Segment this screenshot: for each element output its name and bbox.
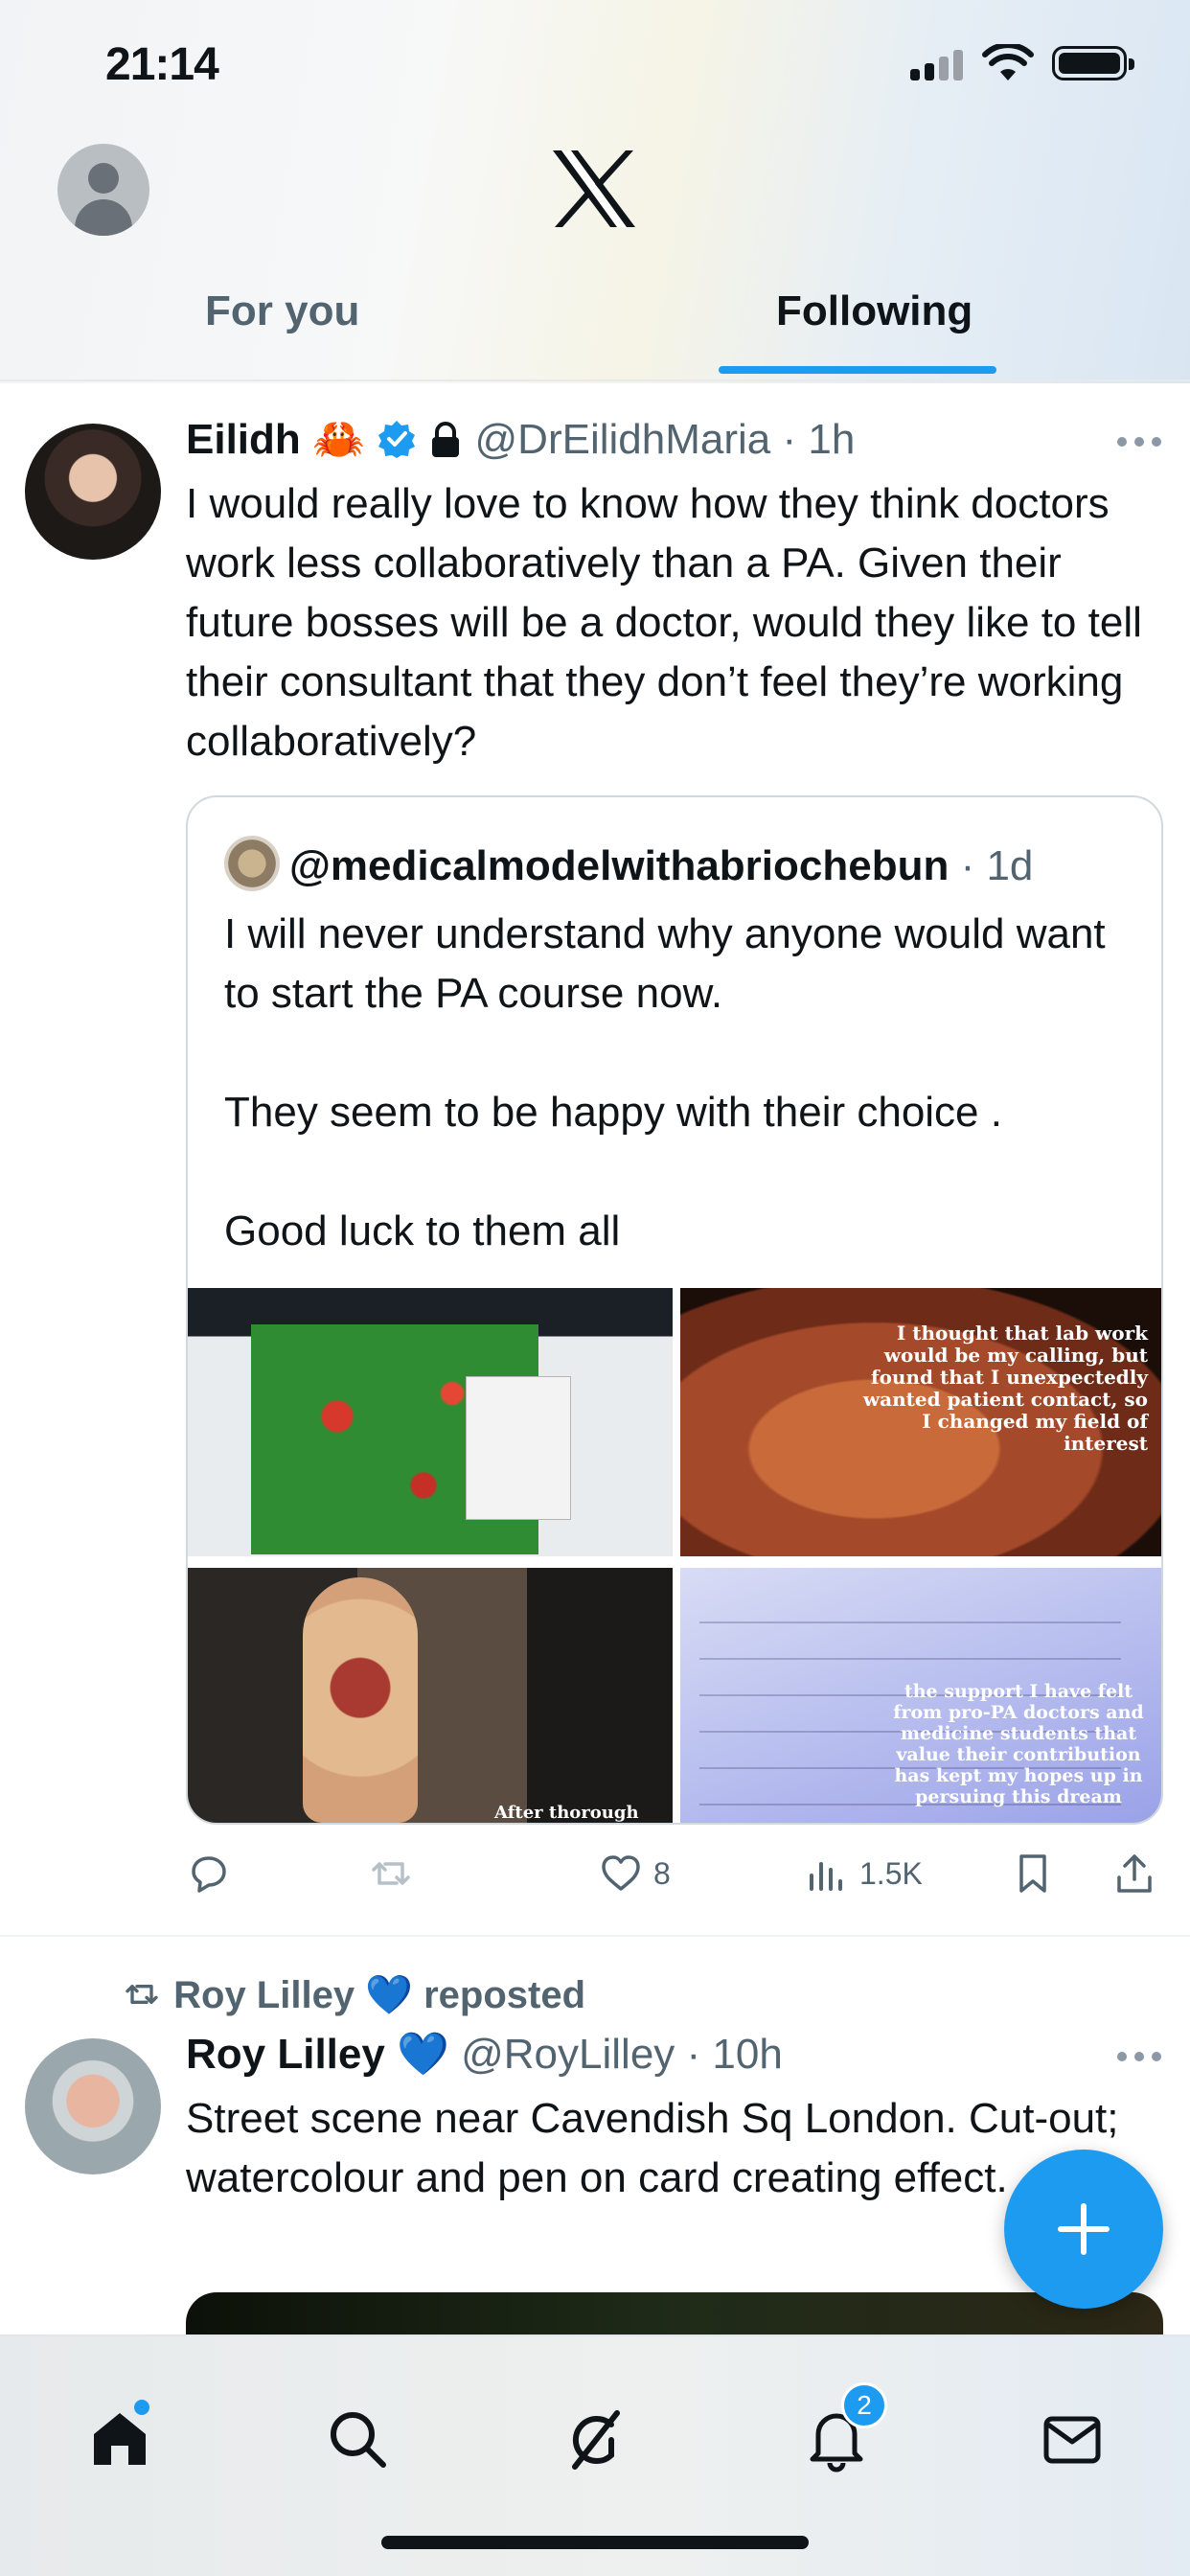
tab-following[interactable]: Following — [776, 288, 973, 335]
post-header: Eilidh 🦀 @DrEilidhMaria · 1h — [186, 416, 856, 463]
author-name[interactable]: Eilidh — [186, 416, 301, 463]
search-icon — [331, 2412, 386, 2468]
tabs-divider — [0, 380, 1190, 381]
views-icon — [810, 1862, 842, 1891]
author-handle[interactable]: @DrEilidhMaria — [475, 416, 771, 463]
quote-header: @medicalmodelwithabriochebun · 1d — [224, 836, 1033, 891]
quote-author-avatar — [224, 836, 280, 891]
media-image-3[interactable]: After thorough — [188, 1568, 673, 1823]
quote-text: I will never understand why anyone would… — [224, 910, 1106, 1254]
image-caption: After thorough — [494, 1803, 639, 1823]
verified-badge-icon — [378, 421, 416, 458]
quote-time: 1d — [986, 842, 1034, 889]
share-button[interactable] — [1111, 1849, 1157, 1898]
status-time: 21:14 — [105, 39, 219, 90]
like-button[interactable]: 8 — [598, 1849, 671, 1898]
tab-for-you[interactable]: For you — [205, 288, 359, 335]
more-options-icon[interactable] — [1117, 437, 1161, 448]
more-options-icon[interactable] — [1117, 2052, 1161, 2063]
nav-messages[interactable] — [1039, 2405, 1106, 2472]
media-image-2[interactable]: I thought that lab work would be my call… — [680, 1288, 1161, 1556]
media-grid: I thought that lab work would be my call… — [188, 1288, 1161, 1823]
heart-icon — [602, 1855, 640, 1891]
post-author-avatar[interactable] — [25, 2038, 161, 2174]
repost-label: Roy Lilley 💙 reposted — [173, 1974, 586, 2016]
views-button[interactable]: 1.5K — [804, 1849, 923, 1898]
nav-grok[interactable] — [561, 2405, 629, 2472]
author-name-emoji: 🦀 — [312, 416, 365, 463]
repost-icon — [372, 1862, 410, 1885]
author-name-emoji: 💙 — [397, 2031, 449, 2078]
bookmark-button[interactable] — [1010, 1849, 1056, 1898]
reply-icon — [192, 1856, 226, 1893]
view-count: 1.5K — [859, 1855, 923, 1891]
status-bar: 21:14 — [0, 0, 1190, 134]
post-time[interactable]: 1h — [808, 416, 855, 463]
profile-avatar-button[interactable] — [57, 144, 149, 236]
quoted-post[interactable]: @medicalmodelwithabriochebun · 1d I will… — [186, 795, 1163, 1825]
x-logo-icon — [553, 150, 635, 227]
media-image-4[interactable]: the support I have felt from pro-PA doct… — [680, 1568, 1161, 1823]
compose-post-button[interactable] — [1004, 2150, 1163, 2309]
wifi-icon — [982, 44, 1034, 80]
share-icon — [1117, 1854, 1152, 1893]
author-name[interactable]: Roy Lilley — [186, 2031, 385, 2078]
notification-badge: 2 — [841, 2382, 887, 2428]
image-caption: the support I have felt from pro-PA doct… — [893, 1681, 1144, 1807]
bookmark-icon — [1019, 1854, 1046, 1893]
plus-icon — [1058, 2203, 1110, 2255]
post-time[interactable]: 10h — [712, 2031, 782, 2078]
post-divider — [0, 1935, 1190, 1937]
like-count: 8 — [653, 1855, 671, 1891]
home-indicator — [381, 2536, 809, 2549]
grok-icon — [572, 2410, 620, 2470]
nav-notifications[interactable]: 2 — [803, 2382, 887, 2472]
battery-icon — [1052, 46, 1134, 80]
nav-search[interactable] — [324, 2405, 391, 2472]
post-actions: 8 1.5K — [186, 1845, 1163, 1902]
home-icon — [94, 2413, 146, 2465]
image-caption: I thought that lab work would be my call… — [862, 1322, 1148, 1455]
reply-button[interactable] — [186, 1849, 232, 1898]
repost-small-icon — [126, 1985, 158, 2004]
repost-button[interactable] — [368, 1849, 414, 1898]
post-text: I would really love to know how they thi… — [186, 480, 1142, 765]
quote-handle: @medicalmodelwithabriochebun — [289, 842, 950, 889]
media-image-1[interactable] — [188, 1288, 673, 1556]
feed-tabs: For you Following — [0, 278, 1190, 379]
envelope-icon — [1043, 2416, 1101, 2464]
author-handle[interactable]: @RoyLilley — [461, 2031, 675, 2078]
active-tab-indicator — [719, 366, 996, 374]
lock-icon — [432, 422, 460, 457]
cellular-signal-icon — [910, 50, 968, 80]
repost-indicator[interactable]: Roy Lilley 💙 reposted — [121, 1972, 585, 2017]
home-unread-dot — [134, 2400, 149, 2415]
nav-home[interactable] — [86, 2400, 153, 2472]
post-header: Roy Lilley 💙 @RoyLilley · 10h — [186, 2031, 783, 2078]
post-author-avatar[interactable] — [25, 424, 161, 560]
